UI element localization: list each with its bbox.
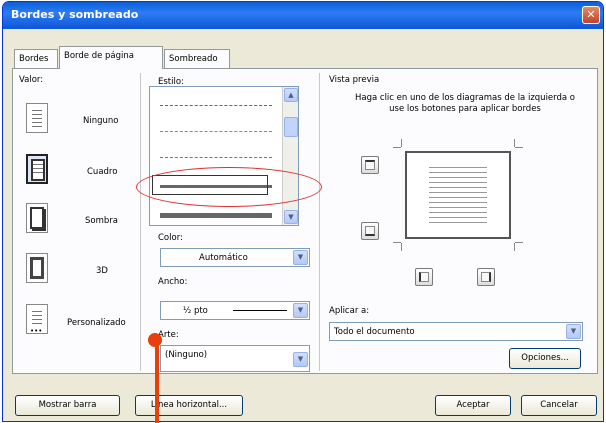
art-select[interactable]: (Ninguno) ▼: [160, 345, 310, 372]
chevron-down-icon[interactable]: ▼: [293, 250, 308, 265]
tab-borde-de-pagina[interactable]: Borde de página: [59, 46, 163, 69]
preview-page: [405, 151, 511, 239]
cancel-button[interactable]: Cancelar: [521, 395, 597, 416]
setting-none-label: Ninguno: [83, 116, 119, 126]
tab-sombreado[interactable]: Sombreado: [164, 49, 230, 68]
chevron-down-icon[interactable]: ▼: [293, 352, 308, 367]
scroll-down-icon[interactable]: ▼: [284, 210, 298, 224]
setting-shadow-icon[interactable]: [26, 203, 48, 233]
color-label: Color:: [158, 233, 183, 243]
close-icon[interactable]: ✕: [582, 6, 600, 24]
art-value: (Ninguno): [165, 350, 208, 360]
apply-to-select[interactable]: Todo el documento ▼: [329, 322, 583, 341]
color-value: Automático: [199, 253, 248, 263]
chevron-down-icon[interactable]: ▼: [566, 324, 581, 339]
bottom-border-icon[interactable]: [361, 222, 379, 240]
tab-label: Bordes: [19, 54, 49, 64]
setting-none-icon[interactable]: [26, 103, 48, 133]
right-border-icon[interactable]: [477, 268, 495, 286]
horizontal-line-button[interactable]: Línea horizontal...: [135, 395, 243, 416]
ok-button[interactable]: Aceptar: [435, 395, 511, 416]
annotation-ellipse: [136, 167, 322, 207]
apply-to-value: Todo el documento: [334, 327, 415, 337]
width-select[interactable]: ½ pto ▼: [160, 301, 310, 320]
window-title: Bordes y sombreado: [11, 8, 139, 21]
setting-custom-icon[interactable]: •••: [26, 304, 48, 335]
show-toolbar-button[interactable]: Mostrar barra: [15, 395, 120, 416]
width-value: ½ pto: [183, 306, 208, 316]
width-label: Ancho:: [158, 277, 188, 287]
style-option-dash-dot[interactable]: [160, 131, 272, 132]
setting-label: Valor:: [19, 75, 44, 85]
setting-box-label: Cuadro: [87, 167, 118, 177]
width-sample-line: [233, 310, 287, 311]
tab-bordes[interactable]: Bordes: [14, 49, 58, 68]
setting-shadow-label: Sombra: [85, 216, 118, 226]
scroll-thumb[interactable]: [284, 117, 298, 137]
annotation-pointer-line: [155, 340, 159, 423]
chevron-down-icon[interactable]: ▼: [293, 303, 308, 318]
tab-label: Borde de página: [64, 51, 134, 61]
left-border-icon[interactable]: [415, 268, 433, 286]
setting-box-icon[interactable]: [26, 154, 48, 184]
scroll-up-icon[interactable]: ▲: [284, 88, 298, 102]
style-option-dashed[interactable]: [160, 105, 272, 106]
style-option-thick[interactable]: [160, 213, 272, 218]
preview-label: Vista previa: [329, 75, 380, 85]
tab-label: Sombreado: [169, 54, 218, 64]
style-scrollbar[interactable]: ▲ ▼: [282, 87, 298, 225]
options-button[interactable]: Opciones...: [509, 348, 581, 369]
color-select[interactable]: Automático ▼: [160, 248, 310, 267]
setting-3d-icon[interactable]: [26, 253, 48, 283]
preview-area[interactable]: [393, 139, 523, 251]
divider: [319, 73, 320, 371]
title-bar[interactable]: Bordes y sombreado ✕: [3, 2, 603, 29]
style-option-dash-dot-dot[interactable]: [160, 157, 272, 158]
setting-3d-label: 3D: [96, 266, 108, 276]
setting-custom-label: Personalizado: [67, 318, 126, 328]
divider: [140, 73, 141, 371]
dialog-window: Bordes y sombreado ✕ Bordes Borde de pág…: [2, 1, 604, 422]
top-border-icon[interactable]: [361, 156, 379, 174]
preview-hint: Haga clic en uno de los diagramas de la …: [354, 93, 576, 114]
apply-to-label: Aplicar a:: [329, 306, 370, 316]
